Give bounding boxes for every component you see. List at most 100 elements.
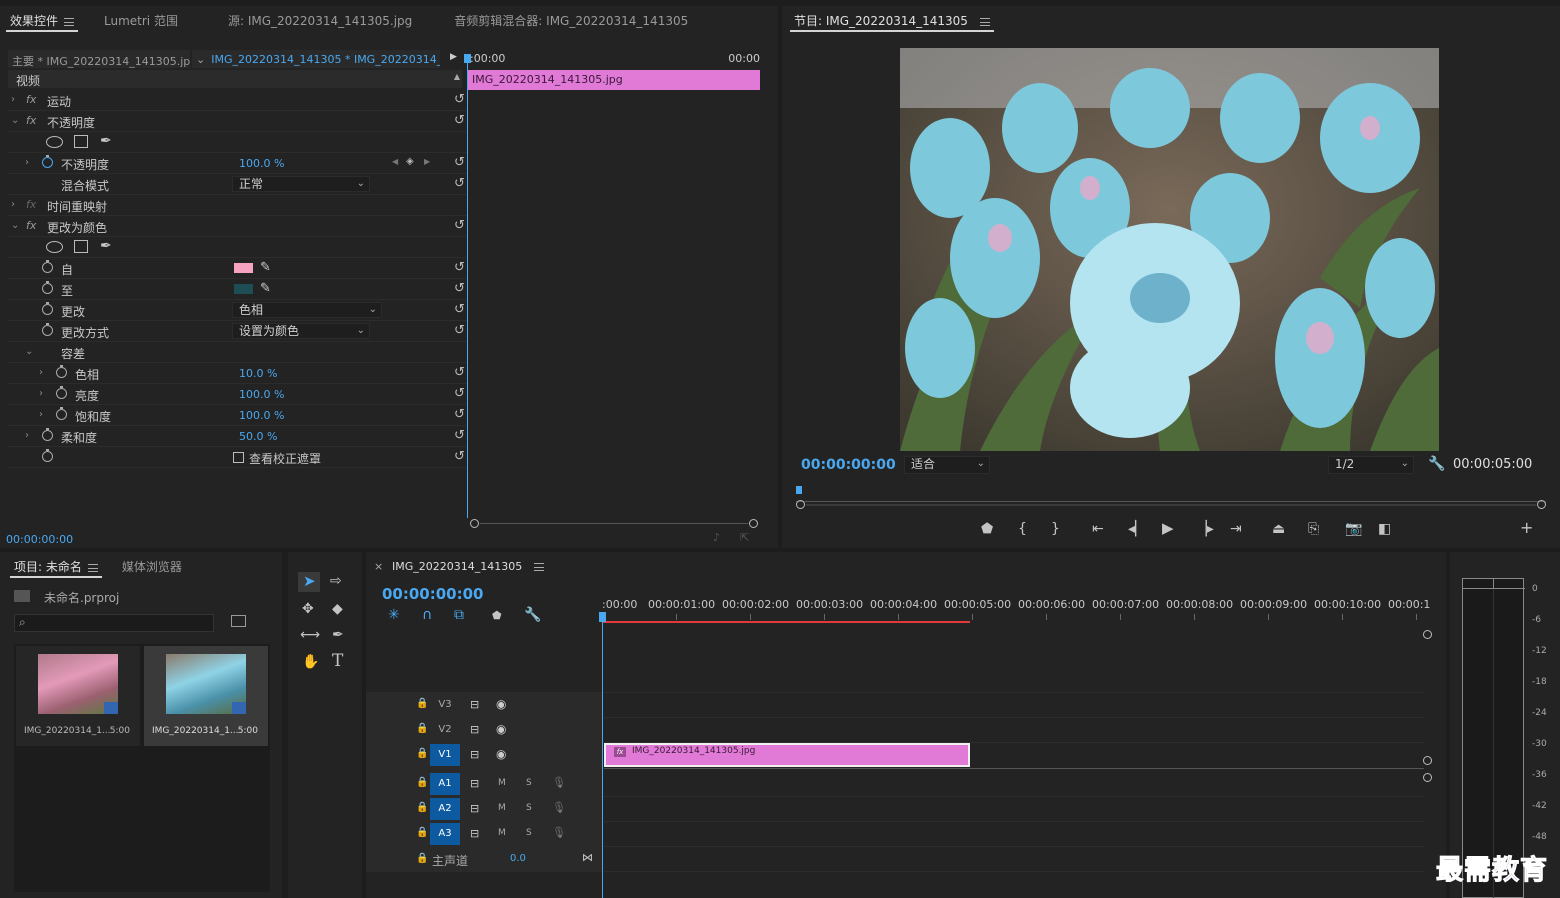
sync-lock-icon[interactable]: ⊟ <box>470 827 479 840</box>
reset-icon[interactable]: ↺ <box>454 407 465 422</box>
collapse-icon[interactable]: ⌄ <box>11 115 19 126</box>
play-only-audio-icon[interactable]: ▶ <box>450 52 457 62</box>
row-saturation[interactable]: › 饱和度 100.0 % ↺ <box>8 405 468 426</box>
close-icon[interactable]: × <box>374 560 383 573</box>
stopwatch-icon[interactable] <box>42 323 53 336</box>
mark-out-icon[interactable]: } <box>1051 522 1060 536</box>
reset-icon[interactable]: ↺ <box>454 218 465 233</box>
lift-icon[interactable]: ⏏ <box>1272 522 1285 536</box>
stopwatch-icon[interactable] <box>42 155 53 168</box>
softness-value[interactable]: 50.0 % <box>239 430 277 443</box>
pen-mask-icon[interactable]: ✒ <box>100 238 112 254</box>
reset-icon[interactable]: ↺ <box>454 449 465 464</box>
extract-icon[interactable]: ⎘ <box>1308 522 1319 536</box>
view-correction-matte-checkbox[interactable] <box>233 452 244 463</box>
to-color-swatch[interactable] <box>234 284 253 294</box>
reset-icon[interactable]: ↺ <box>454 428 465 443</box>
blend-mode-dropdown[interactable]: 正常 ⌄ <box>232 176 370 192</box>
selection-tool-icon[interactable]: ➤ <box>298 572 320 592</box>
scroll-handle-left[interactable] <box>470 519 479 528</box>
scroll-handle-right[interactable] <box>749 519 758 528</box>
row-time-remap[interactable]: › fx 时间重映射 <box>8 195 468 216</box>
export-icon[interactable]: ⇱ <box>740 531 749 544</box>
panel-menu-icon[interactable] <box>87 563 98 572</box>
reset-icon[interactable]: ↺ <box>454 155 465 170</box>
sync-lock-icon[interactable]: ⊟ <box>470 698 479 711</box>
row-opacity[interactable]: › 不透明度 100.0 % ◀ ◈ ▶ ↺ <box>8 153 468 174</box>
scroll-handle-left[interactable] <box>796 500 805 509</box>
master-clip-selector[interactable]: 主要 * IMG_20220314_141305.jpg <box>8 50 190 68</box>
add-marker-icon[interactable]: ⬟ <box>492 609 502 623</box>
add-keyframe-icon[interactable]: ◈ <box>406 156 414 167</box>
tab-lumetri-scopes[interactable]: Lumetri 范围 <box>94 6 188 36</box>
row-softness[interactable]: › 柔和度 50.0 % ↺ <box>8 426 468 447</box>
type-tool-icon[interactable]: T <box>332 653 343 670</box>
eye-icon[interactable]: ◉ <box>496 697 506 711</box>
project-item-pink[interactable]: IMG_20220314_1... 5:00 <box>16 646 140 746</box>
timeline-playhead[interactable] <box>602 614 603 898</box>
ec-clip-bar[interactable]: IMG_20220314_141305.jpg <box>468 70 760 90</box>
track-target-v3[interactable]: V3 <box>430 694 460 716</box>
project-search-input[interactable]: ⌕ <box>14 614 214 632</box>
eyedropper-icon[interactable]: ✎ <box>260 281 271 296</box>
wrench-icon[interactable]: 🔧 <box>1428 456 1445 472</box>
ellipse-mask-icon[interactable] <box>46 136 63 148</box>
row-hue[interactable]: › 色相 10.0 % ↺ <box>8 363 468 384</box>
add-marker-icon[interactable]: ⬟ <box>981 522 993 536</box>
panel-menu-icon[interactable] <box>979 17 990 26</box>
eyedropper-icon[interactable]: ✎ <box>260 260 271 275</box>
solo-button[interactable]: S <box>526 778 532 788</box>
add-button-icon[interactable]: + <box>1520 520 1533 536</box>
reset-icon[interactable]: ↺ <box>454 92 465 107</box>
stopwatch-icon[interactable] <box>42 281 53 294</box>
program-zoom-scrollbar[interactable] <box>796 500 1546 509</box>
track-target-a2[interactable]: A2 <box>430 798 460 820</box>
step-back-icon[interactable]: ◂▏ <box>1128 522 1146 536</box>
next-keyframe-icon[interactable]: ▶ <box>424 157 430 166</box>
sync-lock-icon[interactable]: ⊟ <box>470 723 479 736</box>
change-by-dropdown[interactable]: 设置为颜色 ⌄ <box>232 323 370 339</box>
stopwatch-icon[interactable] <box>42 428 53 441</box>
lock-icon[interactable]: 🔒 <box>416 853 428 864</box>
scroll-handle-audio-top[interactable] <box>1423 773 1432 782</box>
expand-icon[interactable]: › <box>25 157 29 168</box>
stopwatch-icon[interactable] <box>42 449 53 462</box>
opacity-value[interactable]: 100.0 % <box>239 157 284 170</box>
lock-icon[interactable]: 🔒 <box>416 802 428 813</box>
reset-icon[interactable]: ↺ <box>454 176 465 191</box>
lightness-value[interactable]: 100.0 % <box>239 388 284 401</box>
row-tolerance[interactable]: ⌄ 容差 <box>8 342 468 363</box>
ec-playhead[interactable] <box>467 56 468 518</box>
reset-icon[interactable]: ↺ <box>454 386 465 401</box>
nest-icon[interactable]: ✳ <box>388 608 400 622</box>
prev-keyframe-icon[interactable]: ◀ <box>392 157 398 166</box>
timeline-ruler[interactable]: :00:00 00:00:01:00 00:00:02:00 00:00:03:00 0… <box>602 594 1430 624</box>
resolution-dropdown[interactable]: 1/2 ⌄ <box>1328 456 1414 474</box>
eye-icon[interactable]: ◉ <box>496 722 506 736</box>
expand-icon[interactable]: › <box>11 94 15 105</box>
fx-icon[interactable]: fx <box>26 114 36 127</box>
collapse-icon[interactable]: ⌄ <box>25 346 33 357</box>
microphone-icon[interactable]: 🎙 <box>552 776 566 789</box>
go-to-in-icon[interactable]: ⇤ <box>1092 522 1104 536</box>
new-bin-icon[interactable] <box>231 615 246 627</box>
mute-button[interactable]: M <box>498 828 506 838</box>
ellipse-mask-icon[interactable] <box>46 241 63 253</box>
lock-icon[interactable]: 🔒 <box>416 723 428 734</box>
saturation-value[interactable]: 100.0 % <box>239 409 284 422</box>
expand-icon[interactable]: › <box>39 388 43 399</box>
ripple-edit-tool-icon[interactable]: ✥ <box>302 602 314 616</box>
fit-dropdown[interactable]: 适合 ⌄ <box>904 456 990 474</box>
lock-icon[interactable]: 🔒 <box>416 777 428 788</box>
panel-menu-icon[interactable] <box>64 17 75 26</box>
rectangle-mask-icon[interactable] <box>74 135 88 148</box>
lock-icon[interactable]: 🔒 <box>416 827 428 838</box>
reset-icon[interactable]: ↺ <box>454 281 465 296</box>
expand-icon[interactable]: › <box>39 409 43 420</box>
slip-tool-icon[interactable]: ⟷ <box>300 628 320 642</box>
tab-program[interactable]: 节目: IMG_20220314_141305 <box>784 6 1000 36</box>
timeline-playhead-handle[interactable] <box>599 612 606 622</box>
mark-in-icon[interactable]: { <box>1018 522 1027 536</box>
reset-icon[interactable]: ↺ <box>454 365 465 380</box>
reset-icon[interactable]: ↺ <box>454 113 465 128</box>
